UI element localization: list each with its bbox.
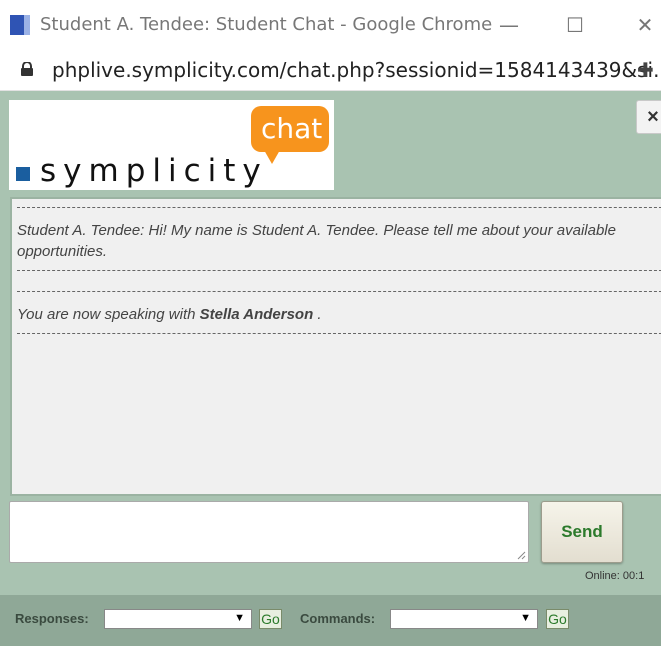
close-chat-button[interactable]: × [636,100,661,134]
lock-icon [21,62,33,76]
window-title-bar: Student A. Tendee: Student Chat - Google… [0,0,661,50]
message-suffix: . [313,306,322,323]
message-input[interactable] [9,501,529,563]
responses-select[interactable]: ▼ [104,609,252,629]
resize-handle-icon[interactable] [516,550,526,560]
chat-badge-text: chat [261,112,323,145]
app-icon [10,15,30,35]
extension-icon[interactable]: ✚ [637,58,654,83]
logo-square-icon [16,167,30,181]
chat-message: You are now speaking with Stella Anderso… [17,291,661,334]
responses-label: Responses: [15,611,89,626]
chat-badge-tail [264,150,280,164]
agent-name: Stella Anderson [199,306,314,323]
commands-go-button[interactable]: Go [546,609,569,629]
logo-brand-text: symplicity [40,153,268,189]
dropdown-arrow-icon: ▼ [234,612,245,624]
responses-go-button[interactable]: Go [259,609,282,629]
chat-transcript[interactable]: Student A. Tendee: Hi! My name is Studen… [10,197,661,496]
online-timer: Online: 00:1 [585,570,645,582]
send-button[interactable]: Send [541,501,623,563]
minimize-button[interactable]: — [494,10,524,40]
message-prefix: You are now speaking with [17,306,196,323]
window-close-button[interactable]: ✕ [630,10,660,40]
url-text[interactable]: phplive.symplicity.com/chat.php?sessioni… [52,58,661,82]
commands-label: Commands: [300,611,376,626]
window-title: Student A. Tendee: Student Chat - Google… [40,14,493,35]
message-text: Student A. Tendee: Hi! My name is Studen… [17,222,616,260]
commands-select[interactable]: ▼ [390,609,538,629]
chat-message: Student A. Tendee: Hi! My name is Studen… [17,207,661,271]
maximize-button[interactable]: ☐ [560,10,590,40]
dropdown-arrow-icon: ▼ [520,612,531,624]
